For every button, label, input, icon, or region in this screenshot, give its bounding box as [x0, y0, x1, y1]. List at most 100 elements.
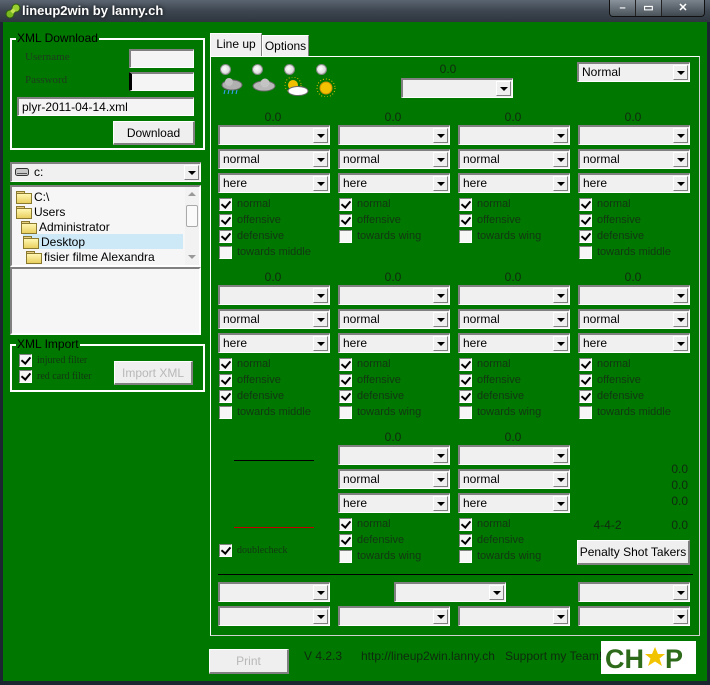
chevron-down-icon[interactable] — [553, 128, 568, 143]
chevron-down-icon[interactable] — [433, 312, 448, 327]
tree-item[interactable]: C:\ — [16, 189, 49, 204]
chevron-down-icon[interactable] — [673, 336, 688, 351]
tree-scrollbar[interactable] — [185, 187, 199, 265]
position-player-select[interactable] — [458, 125, 570, 145]
chevron-down-icon[interactable] — [433, 496, 448, 511]
chevron-down-icon[interactable] — [313, 128, 328, 143]
chevron-down-icon[interactable] — [433, 472, 448, 487]
chevron-down-icon[interactable] — [433, 128, 448, 143]
position-behaviour-select[interactable]: normal — [338, 309, 450, 329]
order-checkbox[interactable]: defensive — [579, 229, 644, 243]
chevron-down-icon[interactable] — [313, 176, 328, 191]
username-input[interactable] — [129, 49, 194, 68]
chevron-down-icon[interactable] — [673, 585, 688, 600]
folder-tree[interactable]: C:\ Users Administrator Desktop fisier f… — [10, 185, 201, 267]
substitute-select[interactable] — [394, 582, 506, 602]
order-checkbox[interactable]: defensive — [459, 533, 524, 547]
chevron-down-icon[interactable] — [313, 312, 328, 327]
password-input[interactable] — [129, 72, 194, 91]
order-checkbox[interactable]: offensive — [219, 213, 281, 227]
position-player-select[interactable] — [458, 445, 570, 465]
order-checkbox[interactable]: towards wing — [339, 405, 421, 419]
xml-file-input[interactable]: plyr-2011-04-14.xml — [17, 97, 194, 116]
order-checkbox[interactable]: offensive — [579, 213, 641, 227]
position-location-select[interactable]: here — [218, 333, 330, 353]
position-behaviour-select[interactable]: normal — [578, 149, 690, 169]
chevron-down-icon[interactable] — [553, 288, 568, 303]
position-location-select[interactable]: here — [458, 333, 570, 353]
order-checkbox[interactable]: offensive — [579, 373, 641, 387]
position-location-select[interactable]: here — [338, 493, 450, 513]
weather-rain-radio[interactable] — [220, 64, 231, 75]
position-player-select[interactable] — [338, 125, 450, 145]
tree-item-selected[interactable]: Desktop — [23, 234, 183, 249]
maximize-button[interactable]: ▭ — [636, 0, 662, 16]
tab-options[interactable]: Options — [262, 35, 309, 57]
injured-filter-checkbox[interactable]: injured filter — [19, 353, 87, 367]
chevron-down-icon[interactable] — [313, 288, 328, 303]
order-checkbox[interactable]: towards wing — [339, 549, 421, 563]
order-checkbox[interactable]: towards wing — [459, 229, 541, 243]
close-button[interactable]: ✕ — [662, 0, 704, 16]
position-player-select[interactable] — [578, 285, 690, 305]
order-checkbox[interactable]: defensive — [219, 389, 284, 403]
tab-line-up[interactable]: Line up — [210, 33, 262, 57]
scroll-down-icon[interactable] — [188, 255, 196, 259]
order-checkbox[interactable]: normal — [459, 357, 511, 371]
import-xml-button[interactable]: Import XML — [114, 361, 193, 385]
substitute-select[interactable] — [218, 582, 330, 602]
chevron-down-icon[interactable] — [433, 176, 448, 191]
chevron-down-icon[interactable] — [313, 585, 328, 600]
position-player-select[interactable] — [218, 125, 330, 145]
support-link[interactable]: Support my Team! — [505, 649, 602, 663]
tree-item[interactable]: Administrator — [21, 219, 110, 234]
order-checkbox[interactable]: offensive — [339, 213, 401, 227]
order-checkbox[interactable]: normal — [339, 517, 391, 531]
order-checkbox[interactable]: towards middle — [219, 245, 311, 259]
position-location-select[interactable]: here — [458, 173, 570, 193]
order-checkbox[interactable]: normal — [579, 197, 631, 211]
order-checkbox[interactable]: defensive — [459, 389, 524, 403]
position-behaviour-select[interactable]: normal — [458, 469, 570, 489]
chevron-down-icon[interactable] — [553, 312, 568, 327]
chevron-down-icon[interactable] — [673, 152, 688, 167]
file-list[interactable] — [10, 267, 201, 335]
position-player-select[interactable] — [458, 285, 570, 305]
position-location-select[interactable]: here — [218, 173, 330, 193]
order-checkbox[interactable]: normal — [339, 357, 391, 371]
position-location-select[interactable]: here — [578, 333, 690, 353]
position-player-select[interactable] — [578, 125, 690, 145]
order-checkbox[interactable]: defensive — [219, 229, 284, 243]
chevron-down-icon[interactable] — [673, 65, 688, 80]
substitute-select[interactable] — [578, 582, 690, 602]
position-location-select[interactable]: here — [338, 333, 450, 353]
red-card-filter-checkbox[interactable]: red card filter — [19, 369, 91, 383]
position-behaviour-select[interactable]: normal — [338, 469, 450, 489]
chevron-down-icon[interactable] — [496, 81, 511, 96]
chevron-down-icon[interactable] — [553, 472, 568, 487]
chevron-down-icon[interactable] — [433, 336, 448, 351]
drive-select[interactable]: c: — [10, 162, 201, 182]
order-checkbox[interactable]: towards wing — [459, 549, 541, 563]
print-button[interactable]: Print — [209, 649, 289, 674]
chevron-down-icon[interactable] — [313, 609, 328, 624]
chevron-down-icon[interactable] — [433, 288, 448, 303]
chevron-down-icon[interactable] — [553, 152, 568, 167]
tree-item[interactable]: Users — [16, 204, 65, 219]
download-button[interactable]: Download — [113, 121, 195, 145]
position-player-select[interactable] — [338, 285, 450, 305]
scroll-thumb[interactable] — [186, 205, 198, 227]
order-checkbox[interactable]: normal — [459, 197, 511, 211]
chevron-down-icon[interactable] — [184, 165, 199, 180]
chevron-down-icon[interactable] — [553, 336, 568, 351]
order-checkbox[interactable]: offensive — [219, 373, 281, 387]
chpp-logo[interactable]: CH P — [601, 641, 696, 674]
position-behaviour-select[interactable]: normal — [458, 309, 570, 329]
order-checkbox[interactable]: normal — [459, 517, 511, 531]
position-behaviour-select[interactable]: normal — [338, 149, 450, 169]
weather-sunny-radio[interactable] — [316, 64, 327, 75]
chevron-down-icon[interactable] — [313, 336, 328, 351]
order-checkbox[interactable]: offensive — [459, 373, 521, 387]
chevron-down-icon[interactable] — [433, 609, 448, 624]
order-checkbox[interactable]: towards middle — [219, 405, 311, 419]
